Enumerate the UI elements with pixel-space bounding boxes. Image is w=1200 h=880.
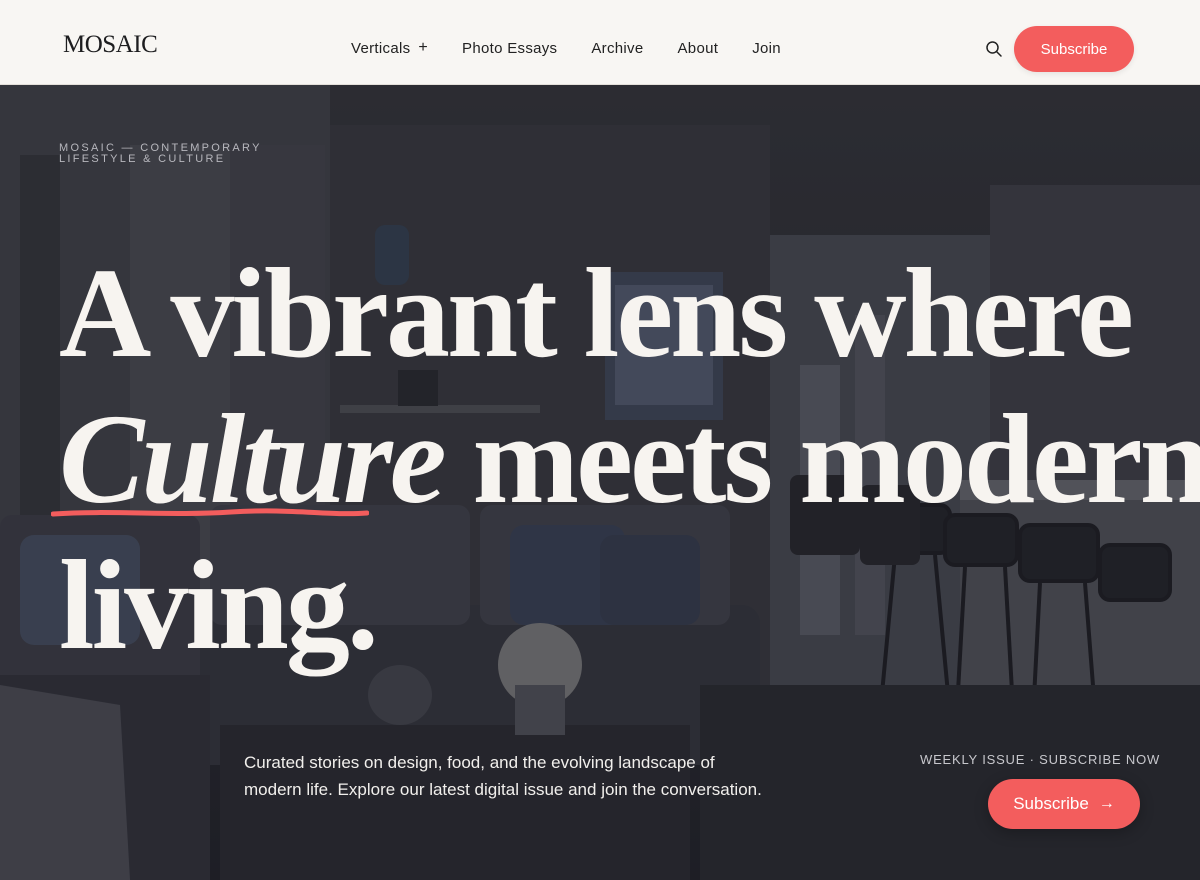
headline-rest: meets modern: [443, 388, 1200, 530]
headline-line: Culture meets modern: [51, 386, 1200, 532]
hero-headline: A vibrant lens where Culture meets moder…: [51, 240, 1200, 678]
site-header: MOSAIC Verticals + Photo Essays Archive …: [0, 0, 1200, 85]
headline-line: A vibrant lens where: [59, 242, 1134, 384]
plus-icon: +: [418, 39, 429, 56]
nav-item-label: About: [677, 39, 719, 57]
hero-section: MOSAIC — CONTEMPORARY LIFESTYLE & CULTUR…: [0, 85, 1200, 880]
weekly-issue-label: WEEKLY ISSUE · SUBSCRIBE NOW: [920, 752, 1161, 767]
brush-underline-icon: [51, 508, 369, 517]
nav-item-photo-essays[interactable]: Photo Essays: [462, 39, 557, 57]
headline-italic-word: Culture: [51, 386, 446, 532]
nav-item-label: Archive: [591, 39, 644, 57]
nav-item-label: Photo Essays: [462, 39, 558, 57]
subscribe-button-header[interactable]: Subscribe: [1014, 26, 1134, 72]
headline-line: living.: [59, 534, 379, 676]
nav-item-join[interactable]: Join: [752, 39, 781, 57]
search-icon[interactable]: [985, 40, 1003, 58]
arrow-right-icon: →: [1098, 795, 1115, 812]
nav-item-label: Join: [752, 39, 781, 57]
hero-intro: Curated stories on design, food, and the…: [244, 753, 762, 799]
nav-item-archive[interactable]: Archive: [591, 39, 643, 57]
site-logo[interactable]: MOSAIC: [63, 31, 158, 59]
nav-item-verticals[interactable]: Verticals +: [351, 39, 428, 57]
nav-item-label: Verticals: [351, 39, 411, 57]
main-nav: Verticals + Photo Essays Archive About J…: [351, 39, 815, 57]
nav-item-about[interactable]: About: [678, 39, 719, 57]
subscribe-button-hero[interactable]: Subscribe →: [988, 779, 1140, 829]
subscribe-label: Subscribe: [1013, 794, 1089, 813]
hero-kicker: MOSAIC — CONTEMPORARY LIFESTYLE & CULTUR…: [59, 143, 289, 165]
kicker-line: LIFESTYLE & CULTURE: [59, 153, 226, 165]
